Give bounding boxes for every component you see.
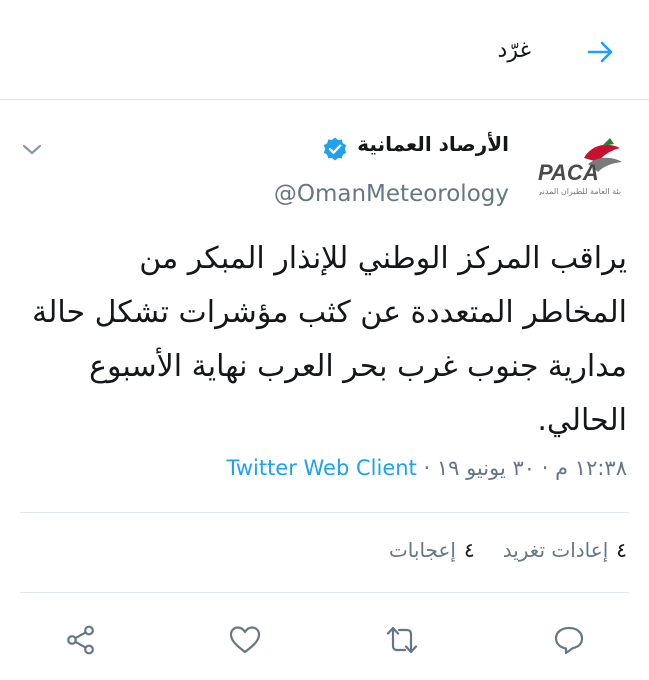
divider xyxy=(20,592,629,593)
share-icon[interactable] xyxy=(64,624,98,656)
paca-logo: PACA الهيئة العامة للطيران المدني xyxy=(536,138,630,196)
reply-icon[interactable] xyxy=(552,624,586,656)
likes-label[interactable]: إعجابات xyxy=(389,538,456,562)
logo-subtitle: الهيئة العامة للطيران المدني xyxy=(536,187,630,196)
meta-separator: · xyxy=(541,456,549,480)
retweet-icon[interactable] xyxy=(385,624,419,656)
page-title: غرّد xyxy=(497,38,531,63)
tweet-meta: ١٢:٣٨ م · ٣٠ يونيو ١٩ · Twitter Web Clie… xyxy=(226,456,627,480)
top-bar: غرّد xyxy=(0,0,649,100)
retweets-count[interactable]: ٤ xyxy=(616,538,627,562)
tweet-text: يراقب المركز الوطني للإنذار المبكر من ال… xyxy=(32,241,627,438)
chevron-down-icon[interactable] xyxy=(20,140,44,160)
display-name[interactable]: الأرصاد العمانية xyxy=(357,132,509,156)
avatar[interactable]: PACA الهيئة العامة للطيران المدني xyxy=(528,128,630,210)
likes-count[interactable]: ٤ xyxy=(464,538,475,562)
retweets-label[interactable]: إعادات تغريد xyxy=(503,538,609,562)
arrow-right-icon[interactable] xyxy=(585,36,617,68)
divider xyxy=(20,512,629,513)
tweet-stats: ٤ إعادات تغريد ٤ إعجابات xyxy=(381,538,627,562)
svg-text:PACA: PACA xyxy=(538,160,599,185)
tweet-date: ٣٠ يونيو ١٩ xyxy=(436,456,536,480)
verified-badge-icon xyxy=(323,137,347,161)
user-handle[interactable]: @OmanMeteorology xyxy=(274,181,509,207)
meta-separator: · xyxy=(423,456,431,480)
tweet-time: ١٢:٣٨ م xyxy=(555,456,627,480)
tweet-client-link[interactable]: Twitter Web Client xyxy=(226,456,416,480)
like-icon[interactable] xyxy=(228,624,262,656)
